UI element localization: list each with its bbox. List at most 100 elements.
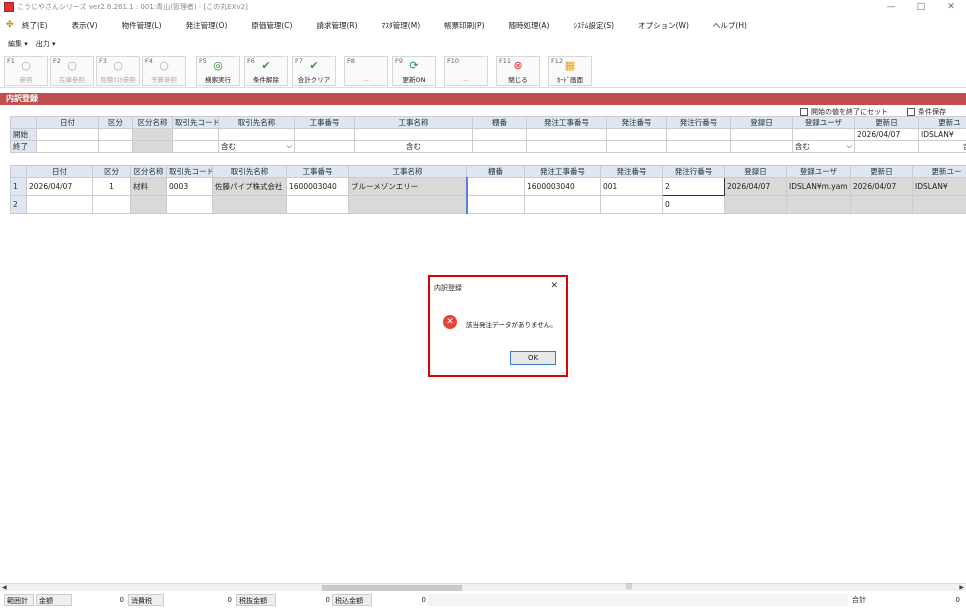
koji-name-include[interactable]: 含む xyxy=(354,140,473,153)
menu-system[interactable]: ｼｽﾃﾑ設定(S) xyxy=(573,20,614,31)
col-header[interactable]: 工事名称 xyxy=(348,165,467,178)
cell-hachu-line[interactable]: 2 xyxy=(662,177,725,196)
filter-cell[interactable] xyxy=(218,128,295,141)
cell-torihiki-code[interactable] xyxy=(166,195,213,214)
update-date-start[interactable]: 2026/04/07 xyxy=(854,128,919,141)
torihiki-name-include-select[interactable]: 含む ⌵ xyxy=(218,140,295,153)
filter-cell[interactable] xyxy=(666,140,731,153)
filter-cell[interactable] xyxy=(526,128,607,141)
chevron-down-icon[interactable]: ⌵ xyxy=(846,142,852,152)
update-user-filter[interactable]: IDSLAN¥ xyxy=(918,128,966,141)
col-header[interactable]: 工事番号 xyxy=(286,165,349,178)
cell-tana[interactable] xyxy=(465,177,525,196)
table-row[interactable]: 2 0 xyxy=(10,195,966,214)
cell-date[interactable]: 2026/04/07 xyxy=(26,177,93,196)
filter-cell[interactable] xyxy=(730,140,793,153)
filter-cell[interactable] xyxy=(354,128,473,141)
fkey-f6-button[interactable]: F6 ✔ 条件解除 xyxy=(244,56,288,86)
menu-exit[interactable]: 終了(E) xyxy=(22,20,48,31)
cell-torihiki-code[interactable]: 0003 xyxy=(166,177,213,196)
fkey-f7-button[interactable]: F7 ✔ 合計クリア xyxy=(292,56,336,86)
filter-cell[interactable] xyxy=(792,128,855,141)
filter-cell[interactable] xyxy=(472,128,527,141)
fkey-f9-button[interactable]: F9 ⟳ 更新ON xyxy=(392,56,436,86)
scroll-right-icon[interactable]: ▶ xyxy=(959,584,964,591)
menu-master[interactable]: ﾏｽﾀ管理(M) xyxy=(382,20,421,31)
filter-cell[interactable] xyxy=(172,140,219,153)
fkey-f11-button[interactable]: F11 ⊗ 閉じる xyxy=(496,56,540,86)
reg-user-include-select[interactable]: 含む ⌵ xyxy=(792,140,855,153)
scroll-left-icon[interactable]: ◀ xyxy=(2,584,7,591)
filter-cell[interactable] xyxy=(606,128,667,141)
chevron-down-icon[interactable]: ⌵ xyxy=(286,142,292,152)
range-total-label: 範囲計 xyxy=(4,594,34,606)
ok-button[interactable]: OK xyxy=(510,351,556,365)
filter-cell[interactable] xyxy=(606,140,667,153)
menu-print[interactable]: 帳票印刷(P) xyxy=(444,20,484,31)
menu-options[interactable]: オプション(W) xyxy=(638,20,689,31)
table-row[interactable]: 1 2026/04/07 1 材料 0003 佐藤パイプ株式会社 1600003… xyxy=(10,177,966,196)
filter-cell[interactable] xyxy=(294,140,355,153)
scroll-thumb[interactable] xyxy=(322,585,462,591)
cell-upd-date xyxy=(850,195,913,214)
col-header[interactable]: 発注行番号 xyxy=(662,165,725,178)
cell-date[interactable] xyxy=(26,195,93,214)
menu-property[interactable]: 物件管理(L) xyxy=(122,20,162,31)
cell-hachu-line[interactable]: 0 xyxy=(662,195,725,214)
save-cond-checkbox[interactable] xyxy=(907,108,915,116)
filter-cell[interactable] xyxy=(172,128,219,141)
filter-cell[interactable] xyxy=(294,128,355,141)
incl-label: 税込金額 xyxy=(332,594,372,606)
cell-hachu-no[interactable]: 001 xyxy=(600,177,663,196)
filter-cell[interactable] xyxy=(526,140,607,153)
cell-kubun[interactable] xyxy=(92,195,131,214)
filter-cell[interactable] xyxy=(730,128,793,141)
filter-cell[interactable] xyxy=(472,140,527,153)
keep-start-checkbox[interactable] xyxy=(800,108,808,116)
minimize-button[interactable]: — xyxy=(876,0,906,14)
cell-hachu-no[interactable] xyxy=(600,195,663,214)
menu-view[interactable]: 表示(V) xyxy=(72,20,98,31)
fkey-icon: ⟳ xyxy=(409,59,419,72)
col-header[interactable]: 更新ユー xyxy=(912,165,966,178)
menu-order[interactable]: 発注管理(O) xyxy=(186,20,228,31)
maximize-button[interactable]: □ xyxy=(906,0,936,14)
cell-hachu-koji[interactable]: 1600003040 xyxy=(524,177,601,196)
col-header[interactable]: 日付 xyxy=(26,165,93,178)
update-user-include[interactable]: 含む xyxy=(918,140,966,153)
col-header[interactable]: 取引先コード xyxy=(166,165,213,178)
col-header[interactable]: 区分 xyxy=(92,165,131,178)
filter-cell[interactable] xyxy=(854,140,919,153)
filter-cell[interactable] xyxy=(36,140,99,153)
menu-help[interactable]: ヘルプ(H) xyxy=(713,20,747,31)
filter-cell[interactable] xyxy=(98,128,133,141)
filter-cell[interactable] xyxy=(36,128,99,141)
horizontal-scrollbar[interactable]: ◀ ||| ▶ xyxy=(0,583,966,591)
col-header[interactable]: 発注番号 xyxy=(600,165,663,178)
cell-kubun[interactable]: 1 xyxy=(92,177,131,196)
filter-cell[interactable] xyxy=(666,128,731,141)
app-menu-icon[interactable]: ✤ xyxy=(6,20,16,30)
col-header[interactable]: 棚番 xyxy=(466,165,525,178)
fkey-f5-button[interactable]: F5 ◎ 検索実行 xyxy=(196,56,240,86)
filter-cell[interactable] xyxy=(98,140,133,153)
cell-hachu-koji[interactable] xyxy=(524,195,601,214)
menu-adhoc[interactable]: 随時処理(A) xyxy=(509,20,550,31)
col-header[interactable]: 登録ユーザ xyxy=(786,165,851,178)
col-header[interactable]: 更新日 xyxy=(850,165,913,178)
col-header[interactable]: 発注工事番号 xyxy=(524,165,601,178)
edit-dropdown[interactable]: 編集 ▾ xyxy=(8,39,28,49)
col-header[interactable]: 取引先名称 xyxy=(212,165,287,178)
fkey-f12-button[interactable]: F12 ▦ ｶｰﾄﾞ画面 xyxy=(548,56,592,86)
cell-koji-no[interactable]: 1600003040 xyxy=(286,177,349,196)
col-header[interactable]: 登録日 xyxy=(724,165,787,178)
output-dropdown[interactable]: 出力 ▾ xyxy=(36,39,56,49)
col-header[interactable]: 区分名称 xyxy=(130,165,167,178)
close-window-button[interactable]: ✕ xyxy=(936,0,966,14)
cell-koji-no[interactable] xyxy=(286,195,349,214)
menu-cost[interactable]: 原価管理(C) xyxy=(251,20,292,31)
cell-kubun-name xyxy=(130,195,167,214)
menu-billing[interactable]: 請求管理(R) xyxy=(316,20,357,31)
cell-tana[interactable] xyxy=(465,195,525,214)
dialog-close-icon[interactable]: ✕ xyxy=(550,281,558,291)
